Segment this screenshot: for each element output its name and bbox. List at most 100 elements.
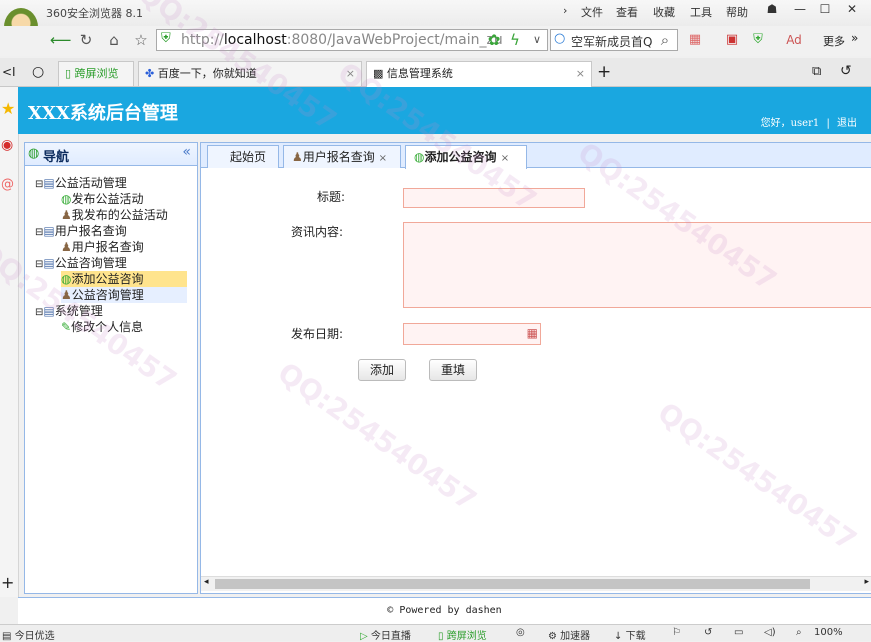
status-clean-icon[interactable]: ◎ [516,627,525,638]
title-label: 标题: [317,190,346,204]
favorites-star-icon[interactable]: ★ [1,99,15,118]
translate-icon[interactable]: ▣ [722,30,742,50]
refresh-icon[interactable]: ↻ [76,30,96,50]
tab-close-icon[interactable]: × [576,62,585,86]
tree-node-edit-profile[interactable]: ✎修改个人信息 [25,319,197,335]
tab-list-icon[interactable]: ⧉ [812,64,821,79]
back-icon[interactable]: ⟵ [50,30,72,50]
menu-help[interactable]: 帮助 [726,4,748,20]
adblock-icon[interactable]: Ad [784,30,804,50]
favorite-star-icon[interactable]: ☆ [131,30,151,50]
add-button[interactable]: 添加 [358,359,406,381]
tab-add-consult[interactable]: ◍添加公益咨询 × [405,145,527,169]
user-icon: ♟ [61,288,72,302]
skin-icon[interactable]: ☗ [762,2,782,18]
close-window-icon[interactable]: ✕ [842,2,862,18]
folder-icon: ▤ [43,304,55,318]
new-tab-icon[interactable]: + [597,62,611,82]
minimize-icon[interactable]: — [790,2,810,18]
content-textarea[interactable] [403,222,871,308]
menu-view[interactable]: 查看 [616,4,638,20]
collapse-icon[interactable]: « [182,144,191,160]
content-label: 资讯内容: [291,225,344,239]
app-footer: © Powered by dashen [18,597,871,624]
tab-scroll-left-icon[interactable]: <I [2,65,16,79]
security-icon[interactable]: ⛨ [748,30,768,50]
page-favicon-icon: ▩ [373,67,384,80]
tab-signup-query[interactable]: ♟用户报名查询 × [283,145,401,168]
app-header: XXX系统后台管理 您好，user1 | 退出 [18,87,871,134]
search-icon[interactable]: ⌕ [655,30,675,50]
browser-title: 360安全浏览器 8.1 [46,7,143,20]
tree-node-add-consult[interactable]: ◍添加公益咨询 [61,271,187,287]
tree-node-system[interactable]: ⊟▤系统管理 [25,303,197,319]
tab-close-icon[interactable]: × [346,62,355,86]
browser-tab-info-system[interactable]: ▩ 信息管理系统 × [366,61,592,87]
cloud-icon[interactable]: ○ [32,64,44,80]
status-zoom-icon[interactable]: ⌕ [796,627,802,638]
secure-shield-icon: ⛨ [161,31,171,46]
weibo-icon[interactable]: ◉ [1,137,13,153]
folder-icon: ▤ [43,224,55,238]
folder-icon: ▤ [43,256,55,270]
more-chevron-icon[interactable]: » [851,31,858,45]
baidu-paw-icon: ✤ [145,67,155,80]
speed-mode-icon[interactable]: ϟ [505,30,525,50]
browser-sidebar: ★ ◉ @ + [0,87,19,597]
browser-tab-cross-screen[interactable]: ▯ 跨屏浏览 [58,61,134,86]
tab-close-icon[interactable]: × [501,153,509,164]
tree-node-consult[interactable]: ⊟▤公益咨询管理 [25,255,197,271]
tab-close-icon[interactable]: × [379,153,387,164]
scrollbar-thumb[interactable] [215,579,810,589]
status-refresh-icon[interactable]: ↺ [704,627,712,638]
copyright-icon: © [387,605,394,616]
undo-close-icon[interactable]: ↺ [840,63,852,79]
user-icon: ♟ [61,240,72,254]
user-icon: ♟ [292,150,303,164]
main-panel: 起始页 ♟用户报名查询 × ◍添加公益咨询 × 标题: 资讯内容: 发布日期: … [200,142,871,594]
status-screenshot-icon[interactable]: ⚐ [672,627,681,638]
home-icon[interactable]: ⌂ [104,30,124,50]
add-circle-icon: ◍ [414,150,425,164]
calendar-icon[interactable]: ▦ [527,326,538,340]
menu-favorites[interactable]: 收藏 [653,4,675,20]
tab-home[interactable]: 起始页 [207,145,279,168]
user-icon: ♟ [61,208,72,222]
pencil-icon: ✎ [61,320,72,334]
logout-link[interactable]: 退出 [837,118,857,129]
menu-tools[interactable]: 工具 [690,4,712,20]
reset-button[interactable]: 重填 [429,359,477,381]
apps-icon[interactable]: ▦ [685,30,705,50]
url-text[interactable]: http://localhost:8080/JavaWebProject/mai… [181,32,503,48]
search-input[interactable]: 空军新成员首Q [571,33,652,50]
add-sidebar-icon[interactable]: + [1,573,14,592]
tree-node-my-activities[interactable]: ♟我发布的公益活动 [25,207,197,223]
more-button[interactable]: 更多 [823,33,845,49]
app-title: XXX系统后台管理 [28,103,178,124]
title-input[interactable] [403,188,585,208]
scroll-right-icon[interactable]: ▸ [864,577,869,587]
status-volume-icon[interactable]: ◁) [764,627,776,638]
browser-tab-baidu[interactable]: ✤ 百度一下，你就知道 × [138,61,362,86]
nav-title: 导航 [43,150,70,165]
tree-node-consult-manage[interactable]: ♟公益咨询管理 [61,287,187,303]
status-window-icon[interactable]: ▭ [734,627,743,638]
tree-node-publish-activity[interactable]: ◍发布公益活动 [25,191,197,207]
scroll-left-icon[interactable]: ◂ [204,577,209,587]
address-dropdown-icon[interactable]: ∨ [527,30,547,50]
phone-icon: ▯ [438,631,444,642]
nav-header: ◍ 导航 « [25,143,197,166]
tree-node-signup-query[interactable]: ♟用户报名查询 [25,239,197,255]
date-input[interactable]: ▦ [403,323,541,345]
menu-file[interactable]: 文件 [581,4,603,20]
compat-mode-icon[interactable]: ✿ [484,30,504,50]
horizontal-scrollbar[interactable]: ◂ ▸ [201,576,871,591]
maximize-icon[interactable]: ☐ [815,2,835,18]
footer-text: Powered by dashen [399,605,502,616]
tree-node-signup[interactable]: ⊟▤用户报名查询 [25,223,197,239]
tree-node-activity[interactable]: ⊟▤公益活动管理 [25,175,197,191]
mail-icon[interactable]: @ [1,177,14,192]
status-zoom-level[interactable]: 100% [814,627,843,638]
menu-arrow-icon[interactable]: › [563,4,567,17]
browser-status-bar: ▤ 今日优选 ▷ 今日直播 ▯ 跨屏浏览 ◎ ⚙ 加速器 ↓ 下载 ⚐ ↺ ▭ … [0,624,871,642]
